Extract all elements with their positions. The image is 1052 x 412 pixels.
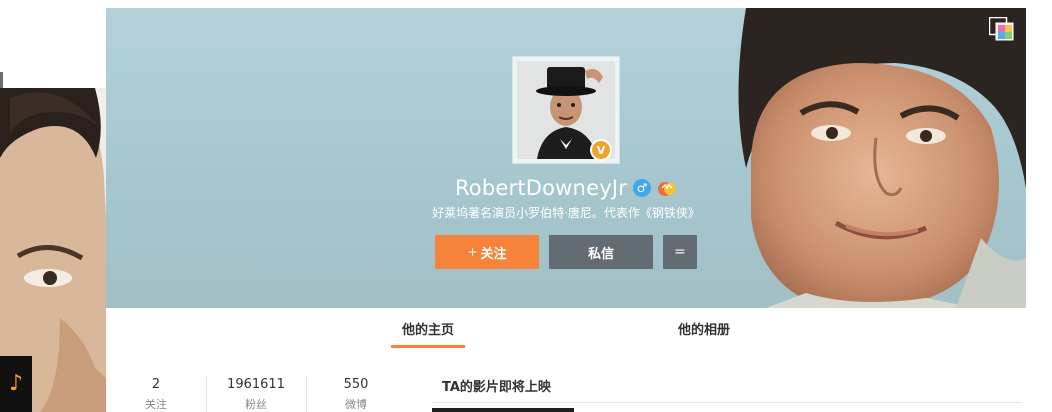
member-crown-icon[interactable]	[657, 179, 677, 197]
username: RobertDowneyJr	[454, 176, 628, 200]
follow-button[interactable]: + 关注	[435, 235, 539, 269]
profile-page: ♪ V RobertDowneyJr ♂ 好莱坞著名演员小罗伯特·唐尼。代表作《…	[0, 0, 1052, 412]
section-title: TA的影片即将上映	[442, 380, 551, 395]
profile-stats: 2 关注 1961611 粉丝 550 微博	[106, 366, 406, 412]
menu-icon: =	[674, 244, 686, 260]
tab-home[interactable]: 他的主页	[390, 308, 466, 348]
music-note-icon: ♪	[8, 371, 24, 396]
stat-value: 1961611	[227, 377, 285, 392]
tab-album[interactable]: 他的相册	[662, 308, 746, 348]
plus-icon: +	[467, 245, 478, 259]
stat-label: 关注	[145, 398, 167, 411]
stat-followers[interactable]: 1961611 粉丝	[206, 366, 306, 412]
music-player-button[interactable]: ♪	[0, 356, 32, 412]
message-button-label: 私信	[587, 246, 614, 262]
verified-badge-icon: V	[590, 139, 612, 161]
stat-value: 550	[343, 377, 369, 392]
divider	[432, 402, 1022, 403]
stat-value: 2	[151, 377, 161, 392]
more-options-button[interactable]: =	[663, 235, 697, 269]
stat-posts[interactable]: 550 微博	[306, 366, 406, 412]
active-tab-indicator	[391, 345, 465, 348]
male-gender-icon: ♂	[633, 179, 652, 197]
stat-label: 粉丝	[245, 398, 267, 411]
stat-label: 微博	[345, 398, 367, 411]
film-thumbnail[interactable]	[432, 408, 574, 412]
profile-cover: V RobertDowneyJr ♂ 好莱坞著名演员小罗伯特·唐尼。代表作《钢铁…	[106, 8, 1026, 308]
profile-tabs: 他的主页 他的相册	[106, 308, 1026, 350]
page-background: ♪	[0, 0, 106, 412]
stat-following[interactable]: 2 关注	[106, 366, 206, 412]
follow-button-label: 关注	[480, 246, 507, 262]
upcoming-films-section: TA的影片即将上映	[432, 366, 1026, 412]
message-button[interactable]: 私信	[549, 235, 653, 269]
name-row: RobertDowneyJr ♂	[106, 173, 1026, 203]
profile-bio: 好莱坞著名演员小罗伯特·唐尼。代表作《钢铁侠》	[432, 206, 700, 220]
profile-header: V RobertDowneyJr ♂ 好莱坞著名演员小罗伯特·唐尼。代表作《钢铁…	[106, 8, 1026, 308]
